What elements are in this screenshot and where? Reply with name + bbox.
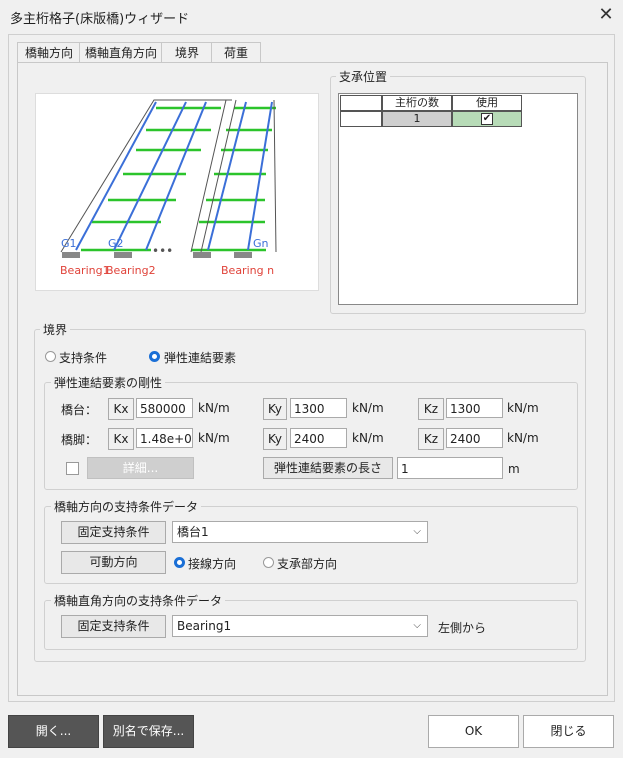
elastic-length-input[interactable]: 1 <box>397 457 503 479</box>
radio-tangent-direction-label: 接線方向 <box>188 557 237 571</box>
deck-outline <box>60 99 277 253</box>
ok-button[interactable]: OK <box>428 715 519 748</box>
girders <box>75 101 273 251</box>
bearing-label-n: Bearing n <box>221 264 274 277</box>
transverse-fixed-value: Bearing1 <box>177 619 232 633</box>
elastic-length-button[interactable]: 弾性連結要素の長さ <box>263 457 393 479</box>
radio-elastic-link-label: 弾性連結要素 <box>164 351 237 365</box>
longitudinal-support-title: 橋軸方向の支持条件データ <box>51 498 202 515</box>
abutment-kz-unit: kN/m <box>507 401 539 415</box>
pier-kx-label: Kx <box>108 428 134 450</box>
bearing-label-1: Bearing1 <box>60 264 110 277</box>
pier-ky-input[interactable]: 2400 <box>290 428 347 448</box>
abutment-kz-input[interactable]: 1300 <box>446 398 503 418</box>
save-as-button[interactable]: 別名で保存... <box>103 715 194 748</box>
table-cell-count: 1 <box>382 111 452 127</box>
pier-kz-input[interactable]: 2400 <box>446 428 503 448</box>
window-title: 多主桁格子(床版橋)ウィザード <box>10 12 190 27</box>
abutment-kz-label: Kz <box>418 398 444 420</box>
girder-label-g2: G2 <box>108 237 124 250</box>
abutment-ky-label: Ky <box>263 398 287 420</box>
girder-label-gn: Gn <box>253 237 269 250</box>
abutment-kx-label: Kx <box>108 398 134 420</box>
pier-kx-unit: kN/m <box>198 431 230 445</box>
use-checkbox[interactable]: ✔ <box>481 113 493 125</box>
radio-support-condition[interactable] <box>45 351 56 362</box>
col-header-count: 主桁の数 <box>382 95 452 111</box>
movable-direction-button[interactable]: 可動方向 <box>61 551 166 574</box>
girder-label-g1: G1 <box>61 237 77 250</box>
abutment-ky-input[interactable]: 1300 <box>290 398 347 418</box>
abutment-kx-unit: kN/m <box>198 401 230 415</box>
abutment-label: 橋台： <box>61 403 98 417</box>
longitudinal-fixed-select[interactable]: 橋台1 ⌵ <box>172 521 428 543</box>
transverse-suffix: 左側から <box>438 621 487 635</box>
stiffness-title: 弾性連結要素の剛性 <box>51 374 166 391</box>
radio-elastic-link[interactable] <box>149 351 160 362</box>
tab-load[interactable]: 荷重 <box>211 42 261 63</box>
pier-ky-unit: kN/m <box>352 431 384 445</box>
tab-longitudinal[interactable]: 橋軸方向 <box>17 42 81 63</box>
ellipsis-mark: ••• <box>152 244 173 258</box>
pier-label: 橋脚： <box>61 433 98 447</box>
row-header <box>340 111 382 127</box>
elastic-length-unit: m <box>508 462 520 476</box>
bearing-label-2: Bearing2 <box>106 264 156 277</box>
transverse-fixed-button[interactable]: 固定支持条件 <box>61 615 166 638</box>
close-icon[interactable]: ✕ <box>597 5 615 25</box>
chevron-down-icon: ⌵ <box>413 620 421 631</box>
radio-support-direction-label: 支承部方向 <box>277 557 338 571</box>
bridge-diagram-svg: G1 G2 Gn ••• Bearing1 Bearing2 Bearing n <box>60 99 277 277</box>
cross-beams <box>81 106 276 252</box>
support-position-grid[interactable]: 主桁の数 使用 1 ✔ <box>338 93 578 305</box>
grid-corner <box>340 95 382 111</box>
abutment-kx-input[interactable]: 580000 <box>136 398 193 418</box>
tab-transverse[interactable]: 橋軸直角方向 <box>79 42 163 63</box>
col-header-use: 使用 <box>452 95 522 111</box>
close-button[interactable]: 閉じる <box>523 715 614 748</box>
radio-tangent-direction[interactable] <box>174 557 185 568</box>
transverse-support-title: 橋軸直角方向の支持条件データ <box>51 592 226 609</box>
boundary-title: 境界 <box>40 321 71 338</box>
radio-support-condition-label: 支持条件 <box>59 351 108 365</box>
longitudinal-fixed-value: 橋台1 <box>177 525 209 539</box>
detail-button[interactable]: 詳細... <box>87 457 194 479</box>
bridge-diagram: G1 G2 Gn ••• Bearing1 Bearing2 Bearing n <box>35 93 319 291</box>
pier-kz-unit: kN/m <box>507 431 539 445</box>
open-button[interactable]: 開く... <box>8 715 99 748</box>
abutment-ky-unit: kN/m <box>352 401 384 415</box>
transverse-fixed-select[interactable]: Bearing1 ⌵ <box>172 615 428 637</box>
detail-checkbox[interactable] <box>66 462 79 475</box>
support-position-title: 支承位置 <box>336 68 391 85</box>
longitudinal-fixed-button[interactable]: 固定支持条件 <box>61 521 166 544</box>
pier-kz-label: Kz <box>418 428 444 450</box>
chevron-down-icon: ⌵ <box>413 526 421 537</box>
radio-support-direction[interactable] <box>263 557 274 568</box>
pier-kx-input[interactable]: 1.48e+06 <box>136 428 193 448</box>
pier-ky-label: Ky <box>263 428 287 450</box>
table-cell-use[interactable]: ✔ <box>452 111 522 127</box>
